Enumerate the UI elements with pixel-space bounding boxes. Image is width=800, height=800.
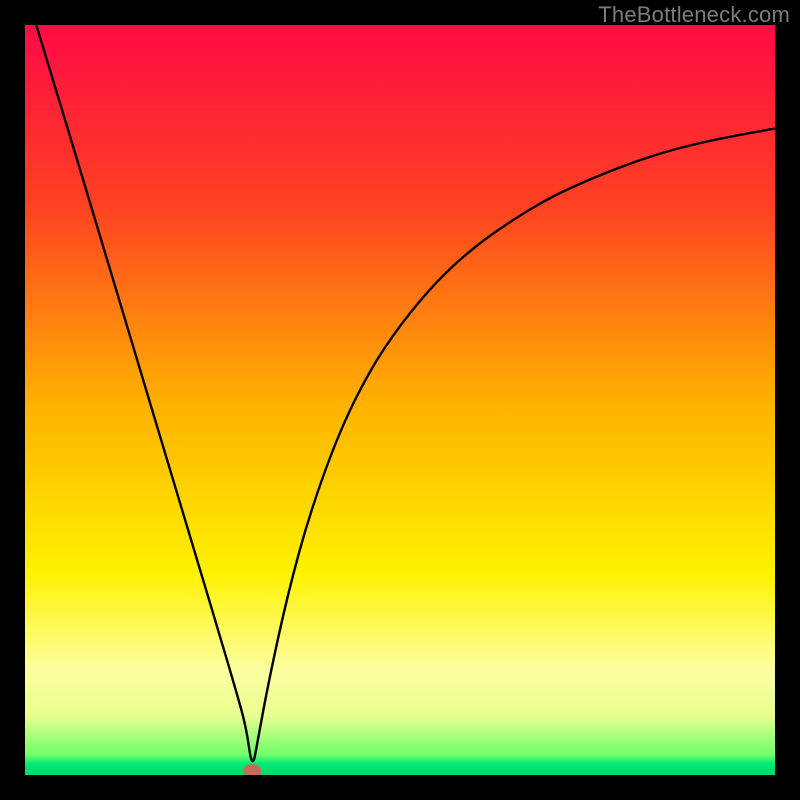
chart-frame: TheBottleneck.com	[0, 0, 800, 800]
chart-background	[25, 25, 775, 775]
chart-svg	[25, 25, 775, 775]
chart-plot-area	[25, 25, 775, 775]
